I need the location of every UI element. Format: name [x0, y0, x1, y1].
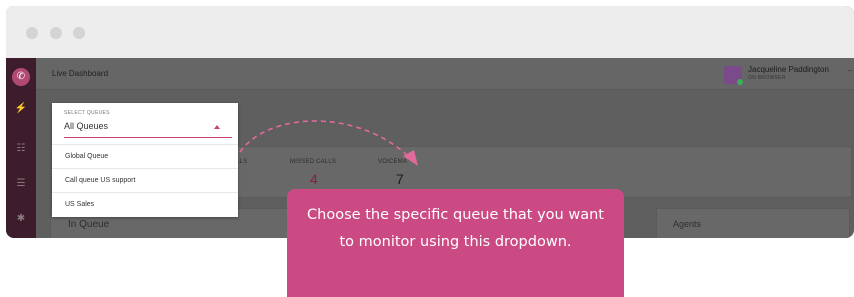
tooltip-text: Choose the specific queue that you want …: [307, 207, 604, 250]
tooltip: Choose the specific queue that you want …: [287, 189, 624, 297]
